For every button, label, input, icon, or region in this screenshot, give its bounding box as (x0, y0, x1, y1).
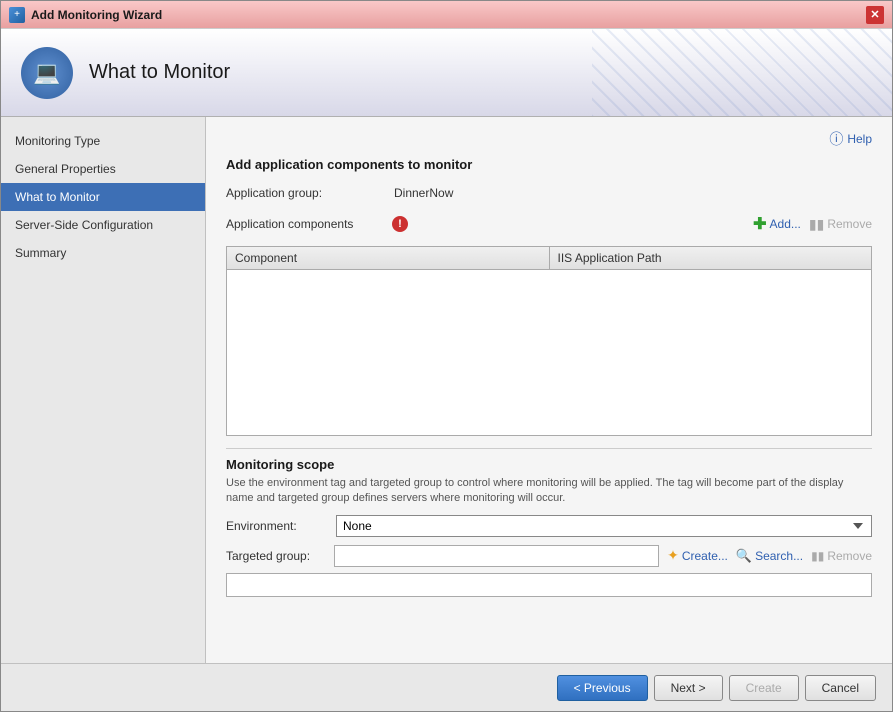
toolbar-buttons: ✚ Add... ▮▮ Remove (753, 214, 872, 234)
component-table-wrapper: Component IIS Application Path (226, 246, 872, 436)
app-components-label: Application components (226, 217, 386, 231)
error-icon: ! (392, 216, 408, 232)
cancel-button[interactable]: Cancel (805, 675, 876, 701)
targeted-group-field[interactable] (334, 545, 659, 567)
wizard-body: Monitoring Type General Properties What … (1, 117, 892, 663)
environment-select[interactable]: None Development Test Production (336, 515, 872, 537)
add-label: Add... (770, 217, 801, 231)
help-circle-icon: ⓘ (829, 129, 843, 149)
next-button[interactable]: Next > (654, 675, 723, 701)
sidebar-item-general-properties[interactable]: General Properties (1, 155, 205, 183)
header-title: What to Monitor (89, 61, 230, 84)
sidebar-item-server-side-config[interactable]: Server-Side Configuration (1, 211, 205, 239)
window-icon: + (9, 7, 25, 23)
scope-section: Monitoring scope Use the environment tag… (226, 448, 872, 597)
app-group-value: DinnerNow (394, 186, 453, 200)
help-row: ⓘ Help (226, 129, 872, 149)
create-button[interactable]: ✦ Create... (667, 547, 728, 564)
wizard-header: 💻 What to Monitor (1, 29, 892, 117)
title-bar: + Add Monitoring Wizard ✕ (1, 1, 892, 29)
table-header: Component IIS Application Path (227, 247, 871, 270)
app-group-row: Application group: DinnerNow (226, 186, 872, 200)
create-label: Create... (682, 549, 728, 563)
title-bar-text: Add Monitoring Wizard (31, 8, 162, 22)
scope-remove-button[interactable]: ▮▮ Remove (811, 549, 872, 563)
create-icon: ✦ (667, 547, 679, 564)
add-icon: ✚ (753, 214, 766, 234)
targeted-group-row: Targeted group: ✦ Create... 🔍 Search... … (226, 545, 872, 567)
section-title: Add application components to monitor (226, 157, 872, 172)
add-button[interactable]: ✚ Add... (753, 214, 801, 234)
app-components-row: Application components ! ✚ Add... ▮▮ Rem… (226, 214, 872, 234)
scope-title: Monitoring scope (226, 457, 872, 472)
sidebar-item-monitoring-type[interactable]: Monitoring Type (1, 127, 205, 155)
wizard-window: + Add Monitoring Wizard ✕ 💻 What to Moni… (0, 0, 893, 712)
search-icon: 🔍 (736, 548, 752, 564)
table-body (227, 270, 871, 435)
scope-description: Use the environment tag and targeted gro… (226, 476, 872, 507)
remove-label: Remove (827, 217, 872, 231)
close-button[interactable]: ✕ (866, 6, 884, 24)
header-bg-decoration (592, 29, 892, 117)
targeted-group-buttons: ✦ Create... 🔍 Search... ▮▮ Remove (667, 547, 872, 564)
help-link[interactable]: Help (847, 132, 872, 146)
search-button[interactable]: 🔍 Search... (736, 548, 803, 564)
scope-remove-icon: ▮▮ (811, 549, 824, 563)
sidebar: Monitoring Type General Properties What … (1, 117, 206, 663)
content-area: ⓘ Help Add application components to mon… (206, 117, 892, 663)
sidebar-item-summary[interactable]: Summary (1, 239, 205, 267)
targeted-group-label: Targeted group: (226, 549, 326, 563)
column-component: Component (227, 247, 550, 269)
title-bar-left: + Add Monitoring Wizard (9, 7, 162, 23)
search-label: Search... (755, 549, 803, 563)
environment-label: Environment: (226, 519, 326, 533)
sidebar-item-what-to-monitor[interactable]: What to Monitor (1, 183, 205, 211)
footer: < Previous Next > Create Cancel (1, 663, 892, 711)
remove-button[interactable]: ▮▮ Remove (809, 216, 872, 233)
header-icon-glyph: 💻 (33, 60, 60, 86)
header-icon: 💻 (21, 47, 73, 99)
scope-remove-label: Remove (827, 549, 872, 563)
app-group-label: Application group: (226, 186, 386, 200)
app-components-left: Application components ! (226, 216, 408, 232)
remove-icon: ▮▮ (809, 216, 824, 233)
environment-row: Environment: None Development Test Produ… (226, 515, 872, 537)
create-footer-button[interactable]: Create (729, 675, 799, 701)
previous-button[interactable]: < Previous (557, 675, 648, 701)
targeted-group-value-field (226, 573, 872, 597)
column-iis-path: IIS Application Path (550, 247, 872, 269)
